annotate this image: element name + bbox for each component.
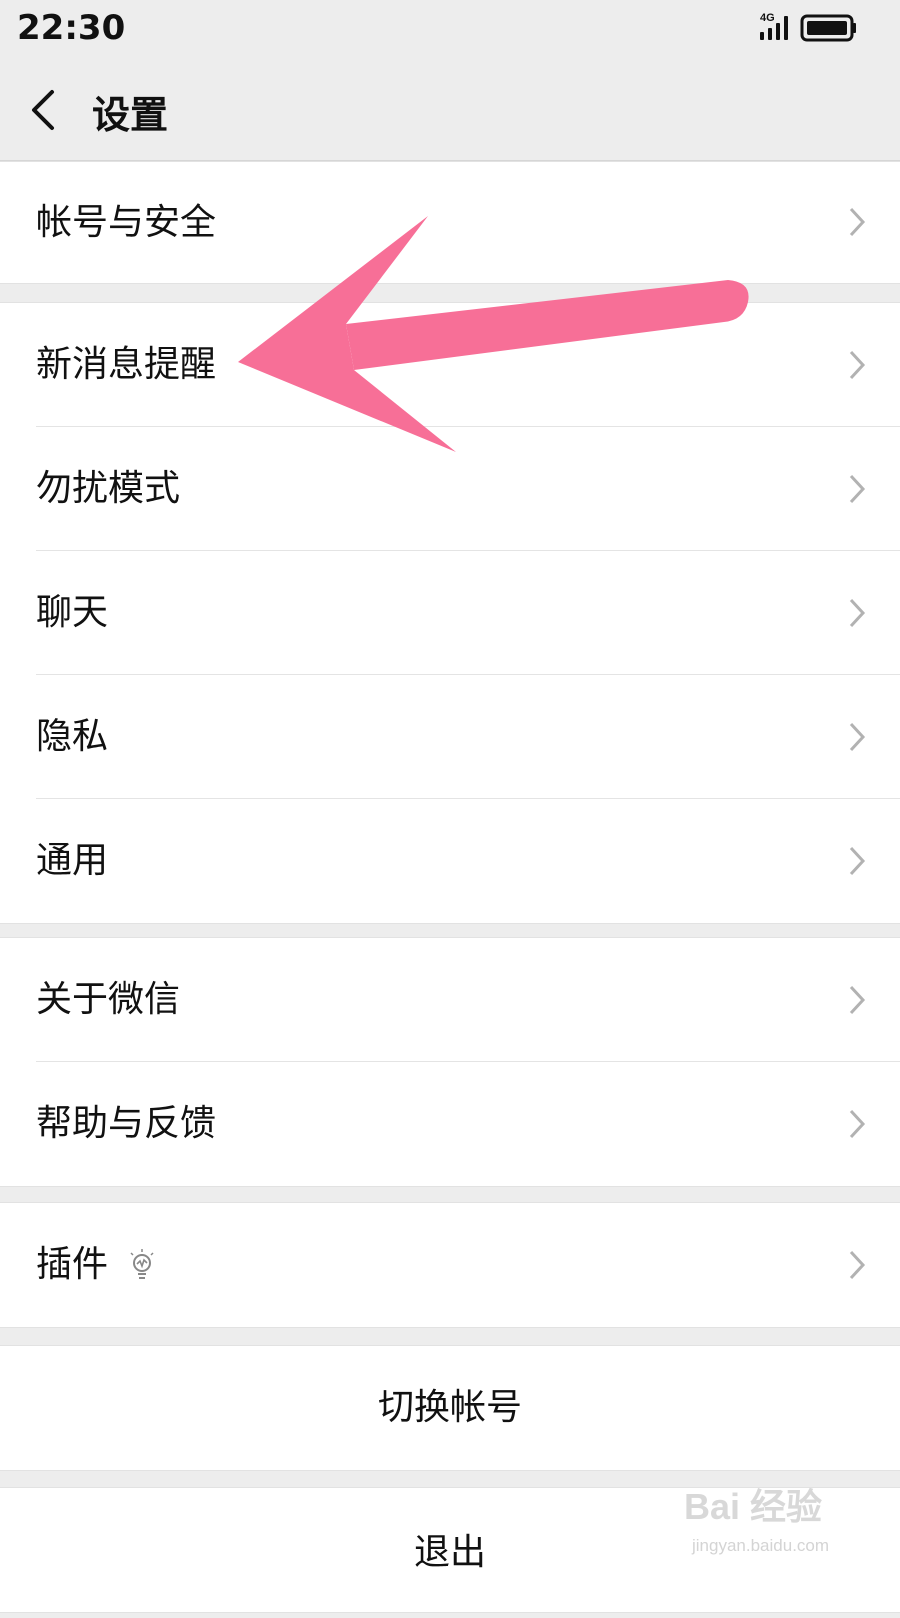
watermark-logo: Bai 经验: [684, 1486, 823, 1527]
switch-account-button[interactable]: 切换帐号: [0, 1345, 900, 1471]
switch-account-label: 切换帐号: [377, 1387, 522, 1428]
status-time: 22:30: [17, 8, 126, 48]
settings-item-new-message-alerts[interactable]: 新消息提醒: [0, 303, 900, 427]
settings-item-label: 新消息提醒: [36, 344, 217, 385]
chevron-right-icon: [849, 1250, 866, 1280]
battery-icon: [800, 14, 856, 42]
status-bar: 22:30 4G: [0, 0, 900, 58]
settings-item-label: 插件: [36, 1244, 109, 1285]
settings-item-do-not-disturb[interactable]: 勿扰模式: [0, 427, 900, 551]
settings-item-label: 帐号与安全: [36, 202, 217, 243]
settings-item-account-security[interactable]: 帐号与安全: [0, 162, 900, 283]
settings-group-about: 关于微信 帮助与反馈: [0, 937, 900, 1187]
status-icons: 4G: [760, 10, 880, 46]
settings-item-general[interactable]: 通用: [0, 799, 900, 923]
chevron-right-icon: [849, 1109, 866, 1139]
settings-item-label: 通用: [36, 840, 109, 881]
settings-group-account: 帐号与安全: [0, 161, 900, 284]
settings-item-label: 关于微信: [36, 979, 181, 1020]
chevron-right-icon: [849, 350, 866, 380]
settings-item-label: 隐私: [36, 716, 109, 757]
chevron-left-icon: [32, 90, 54, 130]
lightbulb-icon: [130, 1249, 154, 1279]
watermark-url: jingyan.baidu.com: [692, 1536, 830, 1555]
settings-item-plugins[interactable]: 插件: [0, 1203, 900, 1327]
settings-group-plugins: 插件: [0, 1202, 900, 1328]
chevron-right-icon: [849, 207, 866, 237]
chevron-right-icon: [849, 846, 866, 876]
chevron-right-icon: [849, 722, 866, 752]
settings-item-label: 聊天: [36, 592, 109, 633]
settings-item-help-feedback[interactable]: 帮助与反馈: [0, 1062, 900, 1186]
settings-item-privacy[interactable]: 隐私: [0, 675, 900, 799]
settings-item-chat[interactable]: 聊天: [0, 551, 900, 675]
network-type: 4G: [760, 12, 775, 24]
settings-item-label: 帮助与反馈: [36, 1103, 217, 1144]
back-button[interactable]: [20, 82, 80, 142]
page-title: 设置: [92, 93, 169, 137]
nav-bar: 设置: [0, 58, 900, 161]
settings-item-label: 勿扰模式: [36, 468, 181, 509]
chevron-right-icon: [849, 474, 866, 504]
settings-group-main: 新消息提醒 勿扰模式 聊天 隐私 通用: [0, 302, 900, 924]
chevron-right-icon: [849, 598, 866, 628]
signal-icon: 4G: [760, 12, 788, 40]
watermark: Bai 经验 jingyan.baidu.com: [684, 1478, 884, 1588]
chevron-right-icon: [849, 985, 866, 1015]
settings-item-about-wechat[interactable]: 关于微信: [0, 938, 900, 1062]
